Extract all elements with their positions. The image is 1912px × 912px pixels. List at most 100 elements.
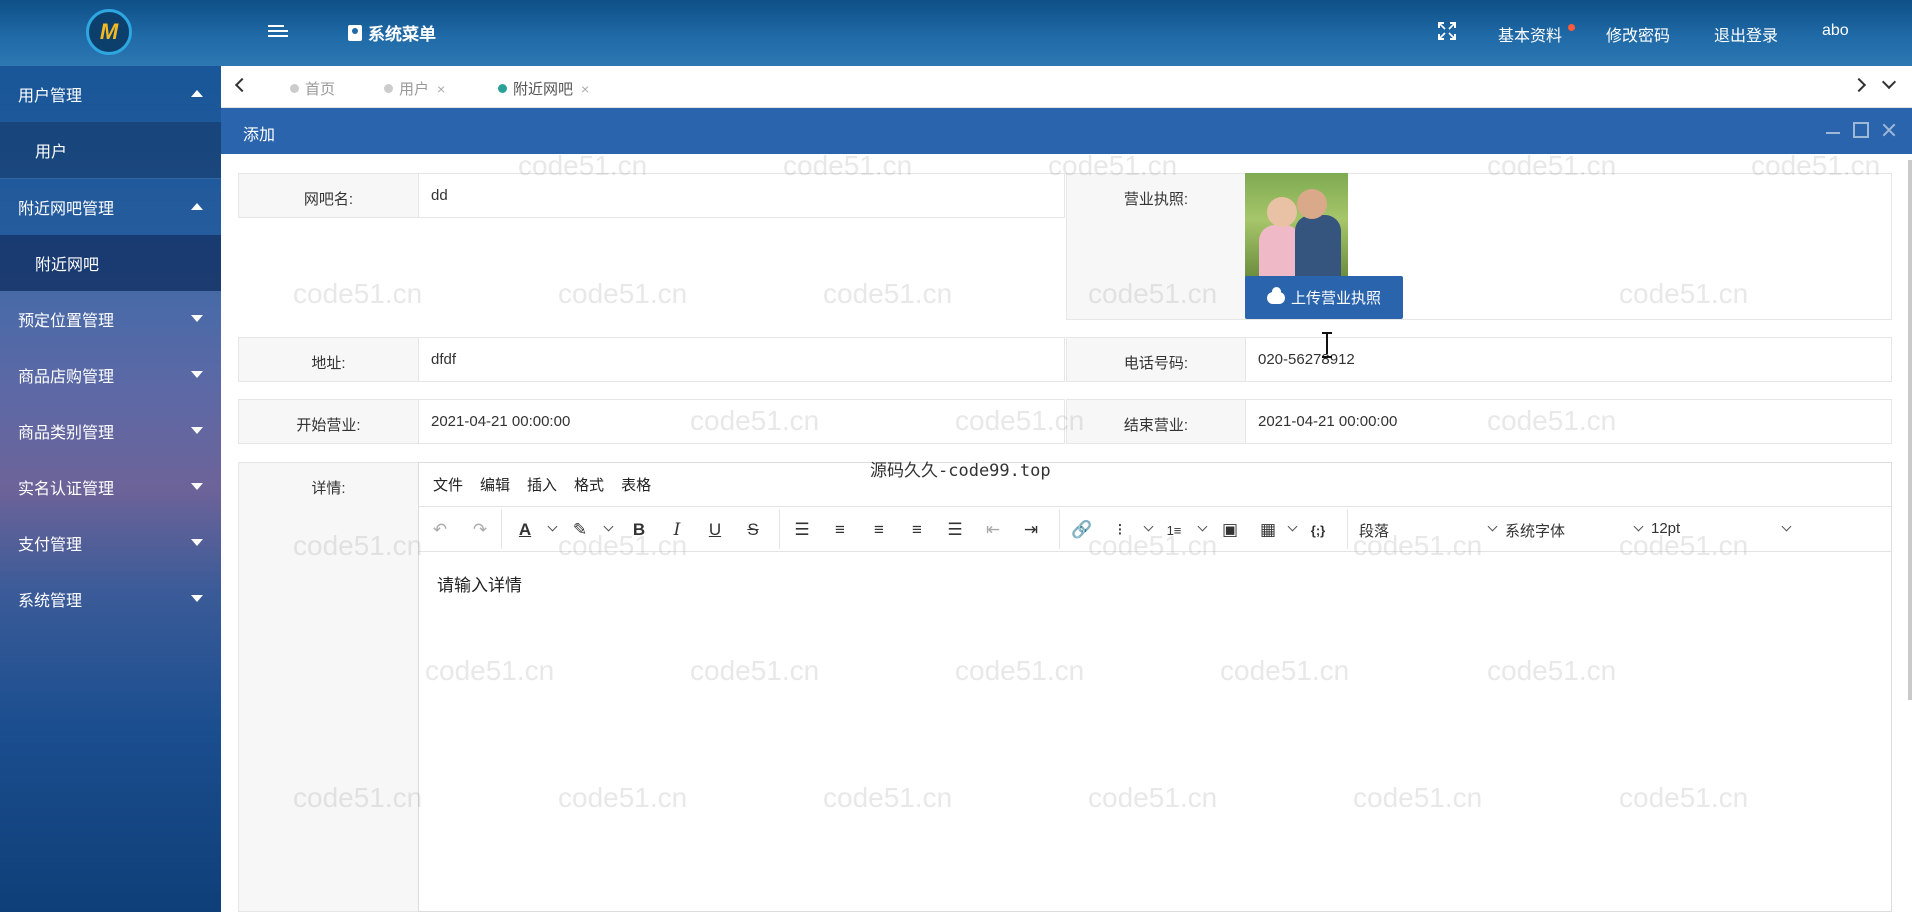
- text-color-icon[interactable]: A: [515, 519, 535, 541]
- sidebar-item-system[interactable]: 系统管理: [0, 571, 221, 627]
- address-field[interactable]: dfdf: [418, 337, 1065, 382]
- outdent-icon[interactable]: ⇤: [982, 519, 1004, 541]
- editor-menu-format[interactable]: 格式: [574, 474, 604, 495]
- scrollbar[interactable]: [1908, 160, 1912, 700]
- sidebar-item-user-management[interactable]: 用户管理: [0, 66, 221, 122]
- tab-user[interactable]: 用户 ×: [384, 78, 445, 99]
- username-label[interactable]: abo: [1822, 22, 1849, 40]
- font-size-select[interactable]: 12pt: [1651, 520, 1680, 537]
- tab-dot: [384, 84, 393, 93]
- sidebar-item-payment[interactable]: 支付管理: [0, 515, 221, 571]
- close-icon[interactable]: [1881, 122, 1897, 138]
- chevron-down-icon[interactable]: [1197, 521, 1208, 532]
- tab-bar: 首页 用户 × 附近网吧 ×: [221, 66, 1912, 108]
- caret-down-icon: [191, 595, 203, 602]
- chevron-down-icon[interactable]: [1487, 521, 1498, 532]
- phone-label: 电话号码:: [1066, 337, 1246, 382]
- indent-icon[interactable]: ⇥: [1020, 519, 1042, 541]
- sidebar-item-label: 系统管理: [18, 593, 83, 610]
- name-field[interactable]: dd: [418, 173, 1065, 218]
- chevron-down-icon[interactable]: [1287, 521, 1298, 532]
- minimize-icon[interactable]: [1825, 122, 1841, 138]
- editor-menu-table[interactable]: 表格: [621, 474, 651, 495]
- tab-home[interactable]: 首页: [290, 78, 335, 99]
- close-icon[interactable]: ×: [437, 81, 445, 97]
- underline-icon[interactable]: U: [705, 519, 725, 541]
- license-image: [1245, 173, 1348, 277]
- table-icon[interactable]: ▦: [1257, 519, 1279, 541]
- sidebar-item-user[interactable]: 用户: [0, 122, 221, 178]
- code-icon[interactable]: {;}: [1305, 519, 1331, 541]
- bullet-list-icon[interactable]: ⁝: [1109, 519, 1131, 541]
- font-family-select[interactable]: 系统字体: [1505, 520, 1565, 541]
- caret-down-icon: [191, 539, 203, 546]
- sidebar-item-product-category[interactable]: 商品类别管理: [0, 403, 221, 459]
- chevron-right-icon[interactable]: [1851, 77, 1867, 93]
- sidebar-item-label: 实名认证管理: [18, 481, 115, 498]
- rich-text-editor[interactable]: 文件 编辑 插入 格式 表格 ↶ ↷ A ✎ B I U S ☰ ≡ ≡ ≡ ☰…: [418, 462, 1892, 912]
- sidebar-item-realname[interactable]: 实名认证管理: [0, 459, 221, 515]
- system-menu-title: 系统菜单: [348, 20, 436, 45]
- chevron-down-icon[interactable]: [1633, 521, 1644, 532]
- sidebar-toggle-icon[interactable]: [268, 22, 288, 40]
- align-justify-icon[interactable]: ☰: [944, 519, 966, 541]
- sidebar-item-label: 用户管理: [18, 88, 83, 105]
- sidebar-item-label: 附近网吧管理: [18, 201, 115, 218]
- tab-netcafe[interactable]: 附近网吧 ×: [498, 78, 589, 99]
- caret-down-icon: [191, 427, 203, 434]
- end-time-field[interactable]: 2021-04-21 00:00:00: [1245, 399, 1892, 444]
- upload-license-label: 上传营业执照: [1290, 290, 1381, 307]
- app-logo: M: [86, 9, 132, 55]
- details-label: 详情:: [238, 462, 419, 912]
- sidebar-item-netcafe-management[interactable]: 附近网吧管理: [0, 179, 221, 235]
- sidebar-item-product-purchase[interactable]: 商品店购管理: [0, 347, 221, 403]
- sidebar-item-label: 支付管理: [18, 537, 83, 554]
- change-password-link[interactable]: 修改密码: [1606, 22, 1670, 46]
- align-right-icon[interactable]: ≡: [906, 519, 928, 541]
- align-left-icon[interactable]: ≡: [829, 519, 851, 541]
- maximize-icon[interactable]: [1853, 122, 1869, 138]
- chevron-left-icon[interactable]: [234, 77, 250, 93]
- image-icon[interactable]: ▣: [1219, 519, 1241, 541]
- chevron-down-icon[interactable]: [547, 521, 558, 532]
- top-header: M 系统菜单 基本资料 修改密码 退出登录 abo: [0, 0, 1912, 66]
- profile-link[interactable]: 基本资料: [1498, 22, 1562, 46]
- chevron-down-icon[interactable]: [1143, 521, 1154, 532]
- bold-icon[interactable]: B: [629, 519, 649, 541]
- license-label: 营业执照:: [1066, 173, 1246, 320]
- editor-toolbar: ↶ ↷ A ✎ B I U S ☰ ≡ ≡ ≡ ☰ ⇤ ⇥ 🔗 ⁝ 1≡ ▣ ▦…: [419, 507, 1891, 552]
- start-time-field[interactable]: 2021-04-21 00:00:00: [418, 399, 1065, 444]
- align-center-icon[interactable]: ≡: [868, 519, 890, 541]
- editor-menu-file[interactable]: 文件: [433, 474, 463, 495]
- editor-menubar: 文件 编辑 插入 格式 表格: [419, 463, 1891, 507]
- caret-down-icon: [191, 315, 203, 322]
- cloud-upload-icon: [1266, 286, 1285, 304]
- chevron-down-icon[interactable]: [603, 521, 614, 532]
- sidebar-item-reservation[interactable]: 预定位置管理: [0, 291, 221, 347]
- highlight-icon[interactable]: ✎: [569, 519, 591, 541]
- caret-down-icon: [191, 483, 203, 490]
- fullscreen-icon[interactable]: [1438, 22, 1456, 40]
- undo-icon[interactable]: ↶: [429, 519, 451, 541]
- numbered-list-icon[interactable]: 1≡: [1163, 519, 1185, 541]
- redo-icon[interactable]: ↷: [469, 519, 491, 541]
- link-icon[interactable]: 🔗: [1071, 519, 1093, 541]
- sidebar: 用户管理 用户 附近网吧管理 附近网吧 预定位置管理 商品店购管理 商品类别管理…: [0, 66, 221, 912]
- chevron-down-icon[interactable]: [1881, 74, 1897, 90]
- end-time-label: 结束营业:: [1066, 399, 1246, 444]
- block-format-select[interactable]: 段落: [1359, 520, 1389, 541]
- strikethrough-icon[interactable]: S: [743, 519, 763, 541]
- tab-dot: [290, 84, 299, 93]
- phone-field[interactable]: 020-56278912: [1245, 337, 1892, 382]
- line-height-icon[interactable]: ☰: [791, 519, 813, 541]
- sidebar-item-netcafe[interactable]: 附近网吧: [0, 235, 221, 291]
- close-icon[interactable]: ×: [581, 81, 589, 97]
- italic-icon[interactable]: I: [667, 519, 687, 541]
- name-label: 网吧名:: [238, 173, 419, 218]
- logout-link[interactable]: 退出登录: [1714, 22, 1778, 46]
- editor-placeholder[interactable]: 请输入详情: [437, 571, 522, 596]
- editor-menu-insert[interactable]: 插入: [527, 474, 557, 495]
- upload-license-button[interactable]: 上传营业执照: [1245, 276, 1403, 319]
- editor-menu-edit[interactable]: 编辑: [480, 474, 510, 495]
- chevron-down-icon[interactable]: [1781, 521, 1792, 532]
